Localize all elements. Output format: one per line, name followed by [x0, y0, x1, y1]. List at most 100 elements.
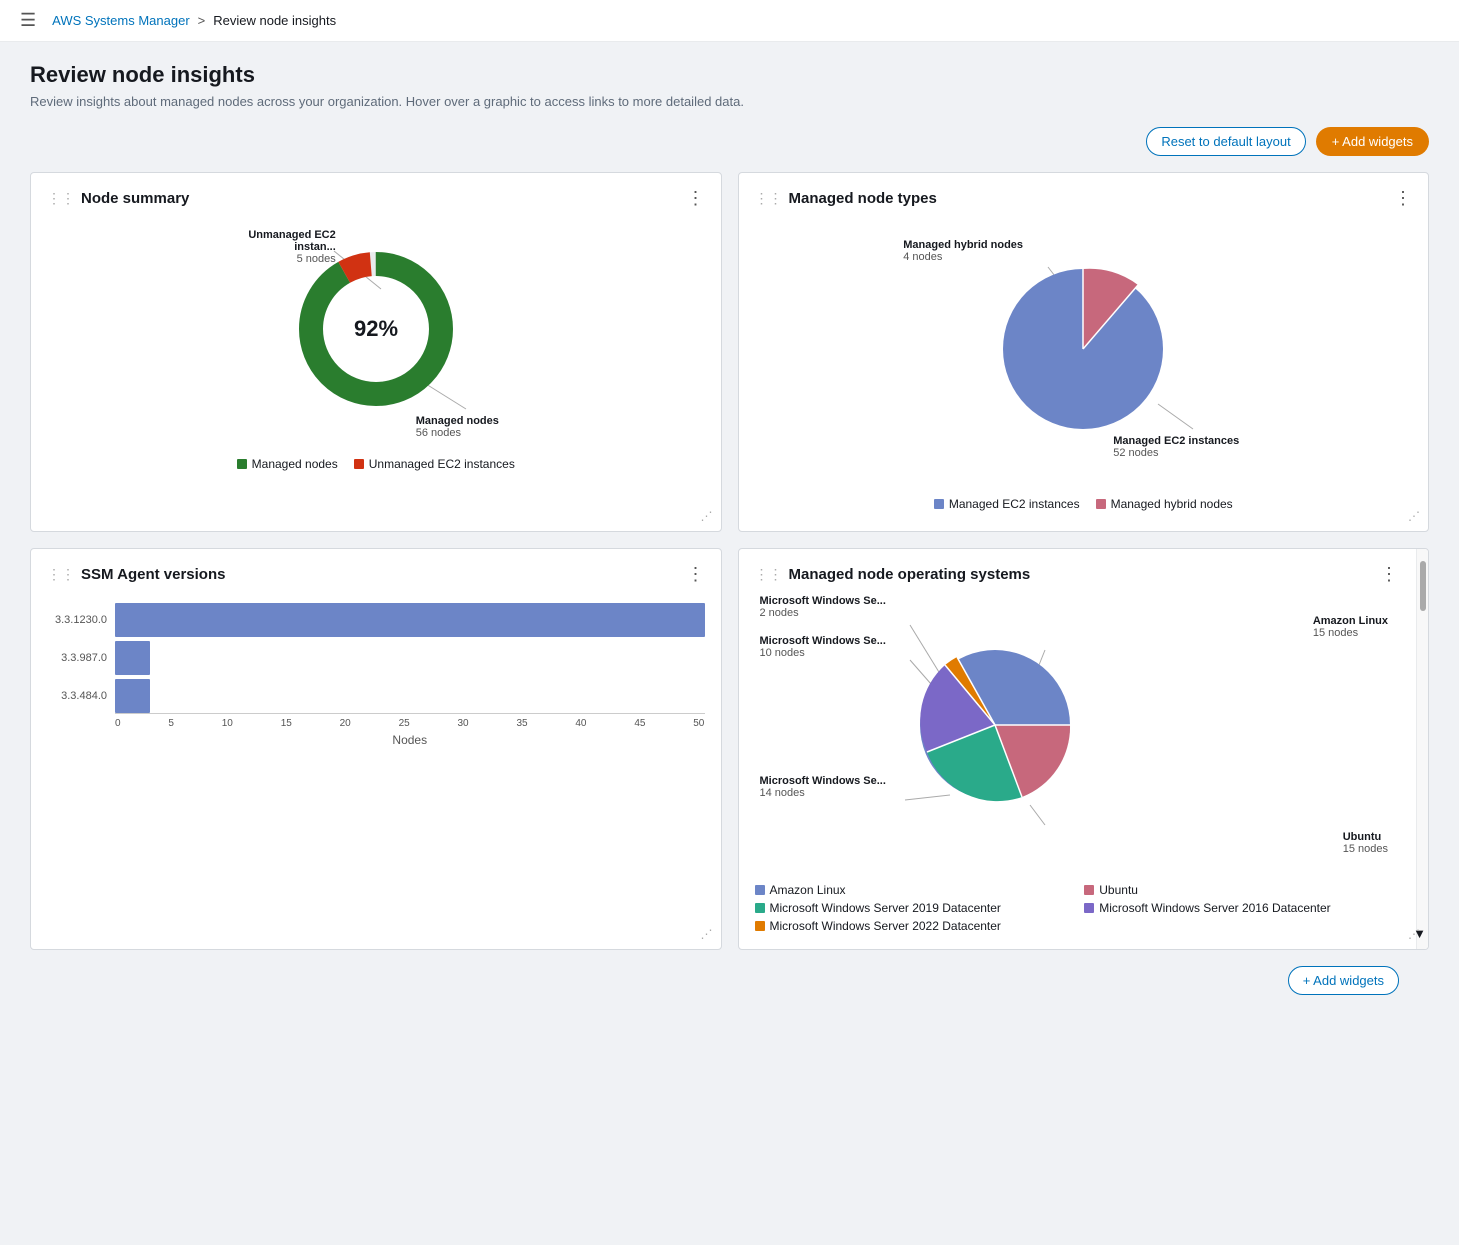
legend-ubuntu-label: Ubuntu [1099, 883, 1138, 897]
managed-callout-label: Managed nodes [416, 415, 546, 427]
node-summary-chart: Unmanaged EC2 instan... 5 nodes [47, 219, 705, 475]
os-ms2-label: Microsoft Windows Se... [760, 595, 886, 607]
bar-track-3 [115, 679, 705, 713]
bar-fill-3 [115, 679, 150, 713]
x-tick-5: 5 [168, 718, 174, 729]
ssm-agent-versions-widget: ⋮⋮ SSM Agent versions ⋮ 3.3.1230.0 [30, 548, 722, 950]
managed-node-types-widget: ⋮⋮ Managed node types ⋮ Managed hybrid n… [738, 172, 1430, 532]
legend-hybrid: Managed hybrid nodes [1096, 497, 1233, 511]
legend-ms2019-label: Microsoft Windows Server 2019 Datacenter [770, 901, 1001, 915]
current-page-label: Review node insights [213, 13, 336, 28]
os-ms10-label: Microsoft Windows Se... [760, 635, 886, 647]
managed-os-chart: Microsoft Windows Se... 2 nodes Microsof… [755, 595, 1399, 875]
ssm-agent-title-wrap: ⋮⋮ SSM Agent versions [47, 566, 225, 583]
os-ubuntu-count: 15 nodes [1343, 843, 1388, 855]
resize-icon-4[interactable]: ⋰ [1408, 927, 1420, 941]
drag-icon[interactable]: ⋮⋮ [47, 190, 75, 207]
node-summary-widget: ⋮⋮ Node summary ⋮ Unmanaged EC2 instan..… [30, 172, 722, 532]
node-summary-menu[interactable]: ⋮ [687, 189, 705, 207]
ssm-agent-chart: 3.3.1230.0 3.3.987.0 3.3.484 [47, 595, 705, 755]
x-tick-0: 0 [115, 718, 121, 729]
os-ubuntu-label: Ubuntu [1343, 831, 1388, 843]
hybrid-callout-label: Managed hybrid nodes [903, 239, 1053, 251]
legend-managed-label: Managed nodes [252, 457, 338, 471]
add-widgets-button-top[interactable]: + Add widgets [1316, 127, 1429, 156]
drag-icon-3[interactable]: ⋮⋮ [47, 566, 75, 583]
managed-node-types-menu[interactable]: ⋮ [1394, 189, 1412, 207]
bar-label-3: 3.3.484.0 [47, 690, 107, 702]
managed-node-types-legend: Managed EC2 instances Managed hybrid nod… [934, 497, 1233, 511]
bottom-toolbar: + Add widgets [30, 950, 1429, 1011]
legend-ms2022-dot [755, 921, 765, 931]
bar-row-3: 3.3.484.0 [47, 679, 705, 713]
managed-callout-count: 56 nodes [416, 427, 546, 439]
legend-ubuntu: Ubuntu [1084, 883, 1398, 897]
drag-icon-2[interactable]: ⋮⋮ [755, 190, 783, 207]
node-summary-title-wrap: ⋮⋮ Node summary [47, 190, 189, 207]
managed-os-menu[interactable]: ⋮ [1380, 565, 1398, 583]
managed-node-types-header: ⋮⋮ Managed node types ⋮ [755, 189, 1413, 207]
resize-icon-2[interactable]: ⋰ [1408, 509, 1420, 523]
dashboard-grid: ⋮⋮ Node summary ⋮ Unmanaged EC2 instan..… [30, 172, 1429, 950]
x-axis-label: Nodes [115, 733, 705, 747]
scrollbar[interactable]: ▼ [1416, 549, 1428, 949]
os-ms10-count: 10 nodes [760, 647, 886, 659]
legend-unmanaged-label: Unmanaged EC2 instances [369, 457, 515, 471]
legend-ec2-label: Managed EC2 instances [949, 497, 1080, 511]
legend-hybrid-label: Managed hybrid nodes [1111, 497, 1233, 511]
legend-ec2: Managed EC2 instances [934, 497, 1080, 511]
ssm-agent-menu[interactable]: ⋮ [687, 565, 705, 583]
page-subtitle: Review insights about managed nodes acro… [30, 94, 1429, 109]
os-ms2-count: 2 nodes [760, 607, 886, 619]
legend-ms2022: Microsoft Windows Server 2022 Datacenter [755, 919, 1069, 933]
x-tick-35: 35 [516, 718, 527, 729]
main-content: Review node insights Review insights abo… [0, 42, 1459, 1245]
legend-unmanaged: Unmanaged EC2 instances [354, 457, 515, 471]
drag-icon-4[interactable]: ⋮⋮ [755, 566, 783, 583]
legend-amazon-label: Amazon Linux [770, 883, 846, 897]
page-title: Review node insights [30, 62, 1429, 88]
legend-ubuntu-dot [1084, 885, 1094, 895]
bar-row-2: 3.3.987.0 [47, 641, 705, 675]
bar-fill-1 [115, 603, 705, 637]
x-tick-25: 25 [399, 718, 410, 729]
legend-ms2016-label: Microsoft Windows Server 2016 Datacenter [1099, 901, 1330, 915]
os-amazon-label: Amazon Linux [1313, 615, 1388, 627]
node-summary-header: ⋮⋮ Node summary ⋮ [47, 189, 705, 207]
scroll-thumb [1420, 561, 1426, 611]
resize-icon-3[interactable]: ⋰ [701, 927, 713, 941]
add-widgets-button-bottom[interactable]: + Add widgets [1288, 966, 1399, 995]
x-tick-10: 10 [222, 718, 233, 729]
managed-os-title: Managed node operating systems [789, 566, 1031, 583]
reset-layout-button[interactable]: Reset to default layout [1146, 127, 1305, 156]
app-nav-link[interactable]: AWS Systems Manager [52, 13, 190, 28]
legend-hybrid-dot [1096, 499, 1106, 509]
managed-os-widget: ▼ ⋮⋮ Managed node operating systems ⋮ Mi… [738, 548, 1430, 950]
x-tick-30: 30 [458, 718, 469, 729]
bar-label-1: 3.3.1230.0 [47, 614, 107, 626]
managed-node-types-title-wrap: ⋮⋮ Managed node types [755, 190, 937, 207]
ssm-agent-title: SSM Agent versions [81, 566, 225, 583]
ssm-agent-header: ⋮⋮ SSM Agent versions ⋮ [47, 565, 705, 583]
resize-icon[interactable]: ⋰ [701, 509, 713, 523]
node-summary-legend: Managed nodes Unmanaged EC2 instances [237, 457, 515, 471]
os-ms14-label: Microsoft Windows Se... [760, 775, 886, 787]
legend-managed-dot [237, 459, 247, 469]
x-tick-45: 45 [634, 718, 645, 729]
legend-ms2016: Microsoft Windows Server 2016 Datacenter [1084, 901, 1398, 915]
ec2-callout-count: 52 nodes [1113, 447, 1263, 459]
toolbar: Reset to default layout + Add widgets [30, 127, 1429, 156]
bar-row-1: 3.3.1230.0 [47, 603, 705, 637]
managed-os-legend: Amazon Linux Ubuntu Microsoft Windows Se… [755, 883, 1399, 933]
os-amazon-count: 15 nodes [1313, 627, 1388, 639]
legend-unmanaged-dot [354, 459, 364, 469]
x-tick-20: 20 [340, 718, 351, 729]
bar-fill-2 [115, 641, 150, 675]
bar-track-2 [115, 641, 705, 675]
managed-node-types-chart: Managed hybrid nodes 4 nodes Managed EC2… [755, 219, 1413, 515]
menu-icon[interactable]: ☰ [20, 10, 36, 31]
legend-ms2019-dot [755, 903, 765, 913]
bar-label-2: 3.3.987.0 [47, 652, 107, 664]
x-tick-40: 40 [575, 718, 586, 729]
bar-chart-area: 3.3.1230.0 3.3.987.0 3.3.484 [47, 603, 705, 713]
